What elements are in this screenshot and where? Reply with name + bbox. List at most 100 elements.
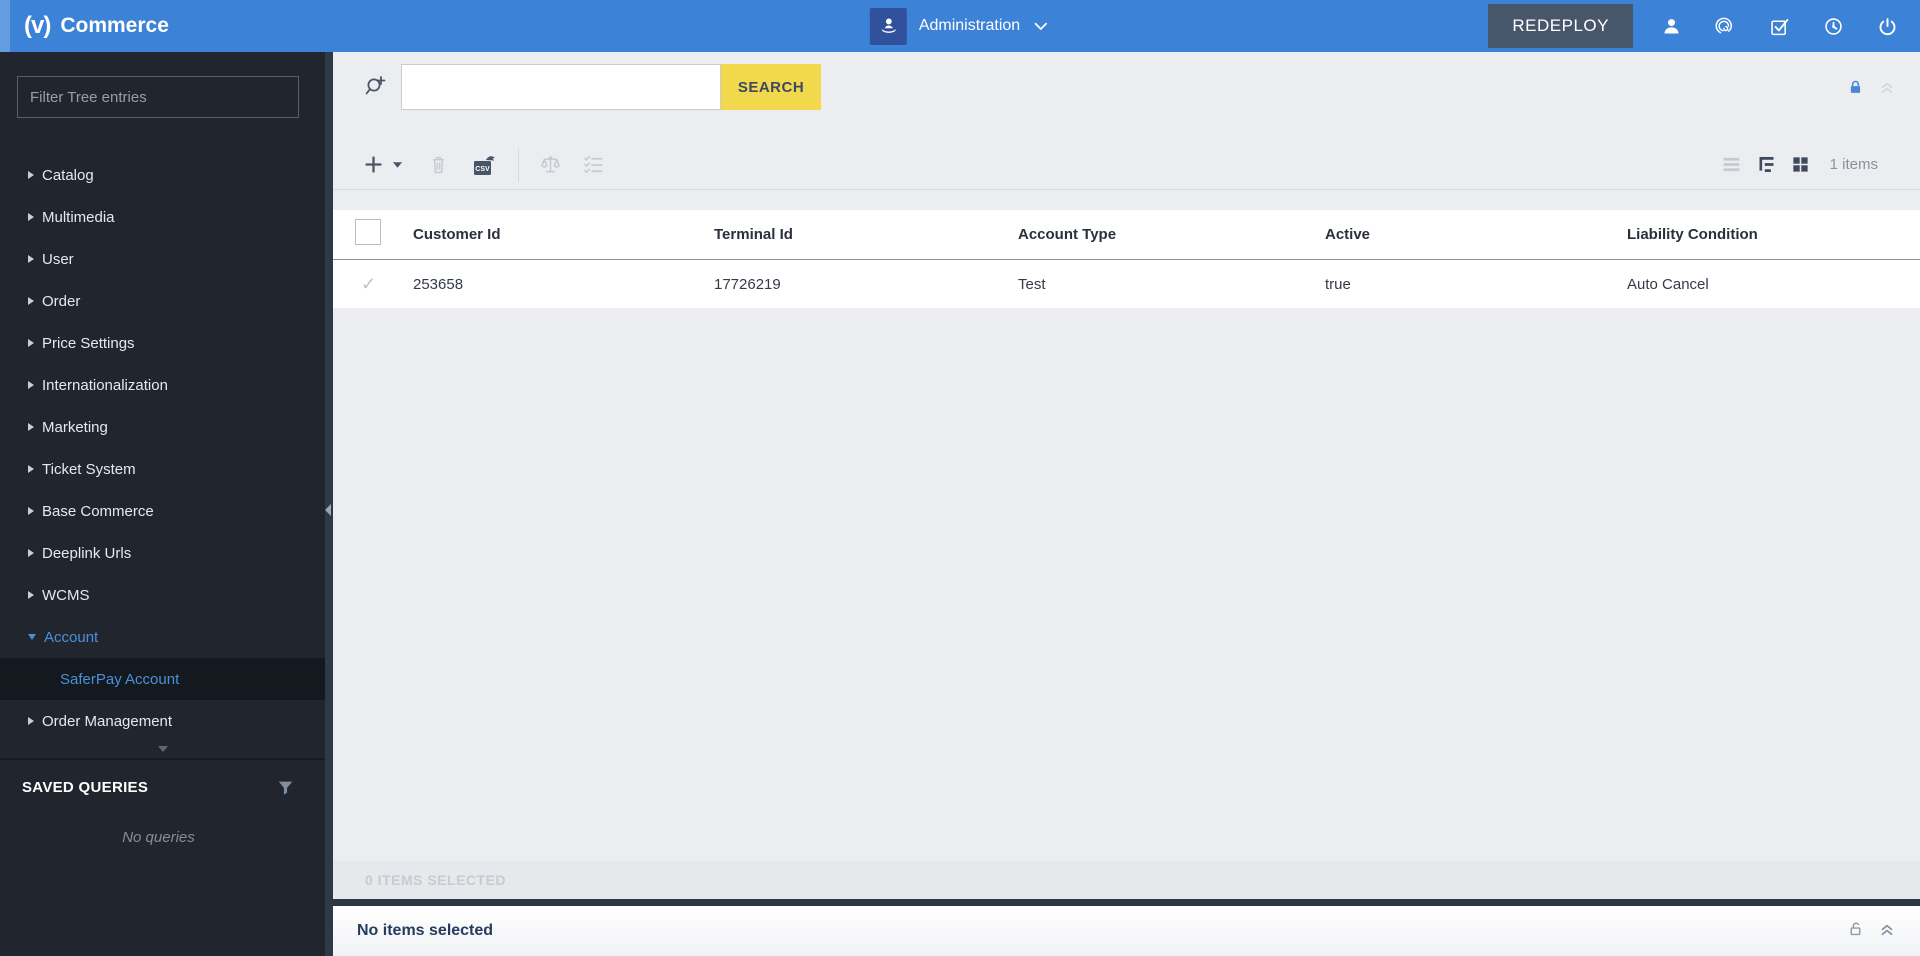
collapse-panel-icon[interactable] — [1878, 78, 1896, 96]
topbar-accent-strip — [0, 0, 10, 52]
saved-queries-empty: No queries — [122, 829, 195, 846]
search-input[interactable] — [401, 64, 721, 110]
svg-text:CSV: CSV — [475, 166, 490, 173]
tree-item-deeplink-urls[interactable]: Deeplink Urls — [0, 532, 325, 574]
context-switcher[interactable]: Administration — [869, 7, 1050, 45]
brand-logo-icon: (v) — [24, 12, 51, 39]
csv-export-icon[interactable]: CSV — [472, 152, 498, 178]
power-icon[interactable] — [1877, 16, 1898, 37]
tree-item-label: Base Commerce — [42, 502, 154, 520]
tree-item-label: Internationalization — [42, 376, 168, 394]
table-cell: 17726219 — [714, 275, 781, 293]
view-toggles: 1 items — [1721, 154, 1878, 175]
tree-item-label: Catalog — [42, 166, 94, 184]
expand-detail-panel-icon[interactable] — [1878, 920, 1896, 938]
caret-right-icon[interactable] — [28, 465, 34, 473]
items-count: 1 items — [1829, 156, 1878, 173]
select-all-checkbox[interactable] — [355, 219, 381, 245]
compare-scales-icon[interactable] — [539, 153, 562, 176]
magnifier-plus-icon[interactable] — [363, 74, 389, 100]
tree-item-label: Account — [44, 628, 99, 646]
tree-item-multimedia[interactable]: Multimedia — [0, 196, 325, 238]
tree-item-label: Ticket System — [42, 460, 136, 478]
table-body: ✓ 253658 17726219 Test true Auto Cancel — [333, 260, 1920, 308]
brand-name: Commerce — [60, 14, 169, 37]
table-cell: 253658 — [413, 275, 464, 293]
search-row: SEARCH — [333, 52, 1920, 140]
items-selected-bar: 0 ITEMS SELECTED — [333, 861, 1920, 899]
tree-item-label: Price Settings — [42, 334, 135, 352]
filter-funnel-icon[interactable] — [276, 778, 295, 797]
chevron-down-icon — [1035, 22, 1048, 30]
main-content: SEARCH CSV 1 items Customer Id Terminal … — [333, 52, 1920, 956]
caret-right-icon[interactable] — [28, 255, 34, 263]
checklist-icon[interactable] — [582, 153, 605, 176]
tree-item-order-management[interactable]: Order Management — [0, 700, 325, 742]
table-cell: true — [1325, 275, 1351, 293]
toolbar: CSV 1 items — [333, 140, 1920, 190]
caret-right-icon[interactable] — [28, 381, 34, 389]
sidebar: Catalog Multimedia User Order Price Settings… — [0, 52, 325, 956]
filter-tree-input[interactable] — [17, 76, 299, 118]
tree-item-price-settings[interactable]: Price Settings — [0, 322, 325, 364]
tree-item-label: WCMS — [42, 586, 90, 604]
app-window: (v) Commerce Administration REDEPLOY Fil… — [0, 0, 1920, 956]
column-header-account-type[interactable]: Account Type — [1018, 226, 1325, 243]
check-square-icon[interactable] — [1769, 16, 1790, 37]
caret-right-icon[interactable] — [28, 591, 34, 599]
tree-item-user[interactable]: User — [0, 238, 325, 280]
caret-right-icon[interactable] — [28, 213, 34, 221]
caret-right-icon[interactable] — [28, 171, 34, 179]
tree-item-internationalization[interactable]: Internationalization — [0, 364, 325, 406]
brand: (v) Commerce — [24, 14, 169, 38]
caret-right-icon[interactable] — [28, 297, 34, 305]
tree-scroll-down[interactable] — [0, 742, 325, 756]
add-item-dropdown-icon[interactable] — [392, 159, 403, 170]
tree-item-wcms[interactable]: WCMS — [0, 574, 325, 616]
detail-panel: No items selected — [333, 906, 1920, 956]
table-row[interactable]: ✓ 253658 17726219 Test true Auto Cancel — [333, 260, 1920, 308]
results-table: Customer Id Terminal Id Account Type Active… — [333, 210, 1920, 308]
tree-item-catalog[interactable]: Catalog — [0, 154, 325, 196]
saved-queries-title: SAVED QUERIES — [22, 779, 149, 796]
row-check-icon[interactable]: ✓ — [361, 274, 376, 294]
empty-area — [333, 308, 1920, 861]
caret-right-icon[interactable] — [28, 507, 34, 515]
panel-divider[interactable] — [333, 899, 1920, 906]
caret-right-icon[interactable] — [28, 339, 34, 347]
tree-item-order[interactable]: Order — [0, 280, 325, 322]
tree-scroll-down-icon — [157, 746, 168, 752]
swirl-icon[interactable] — [1715, 16, 1736, 37]
lock-icon[interactable] — [1847, 79, 1864, 96]
delete-icon[interactable] — [429, 154, 448, 175]
tree-item-label: Multimedia — [42, 208, 115, 226]
column-header-liability-condition[interactable]: Liability Condition — [1627, 226, 1920, 243]
caret-right-icon[interactable] — [28, 423, 34, 431]
column-header-customer-id[interactable]: Customer Id — [413, 226, 714, 243]
add-item-icon[interactable] — [363, 154, 384, 175]
caret-down-icon[interactable] — [28, 634, 36, 640]
tree-item-ticket-system[interactable]: Ticket System — [0, 448, 325, 490]
topbar-right: REDEPLOY — [1488, 4, 1920, 48]
column-header-active[interactable]: Active — [1325, 226, 1627, 243]
table-header-row: Customer Id Terminal Id Account Type Active… — [333, 210, 1920, 260]
tree-item-saferpay-account[interactable]: SaferPay Account — [0, 658, 325, 700]
tree-item-marketing[interactable]: Marketing — [0, 406, 325, 448]
view-grid-icon[interactable] — [1791, 155, 1810, 174]
tree-item-label: Deeplink Urls — [42, 544, 132, 562]
user-icon[interactable] — [1661, 16, 1682, 37]
tree-item-account[interactable]: Account — [0, 616, 325, 658]
items-selected-label: 0 ITEMS SELECTED — [365, 872, 507, 888]
tree-item-label: Order — [42, 292, 81, 310]
clock-icon[interactable] — [1823, 16, 1844, 37]
column-header-terminal-id[interactable]: Terminal Id — [714, 226, 1018, 243]
view-list-icon[interactable] — [1721, 154, 1742, 175]
view-tree-icon[interactable] — [1756, 154, 1777, 175]
redeploy-button[interactable]: REDEPLOY — [1488, 4, 1633, 48]
caret-right-icon[interactable] — [28, 549, 34, 557]
unlock-icon[interactable] — [1847, 921, 1864, 938]
search-button[interactable]: SEARCH — [721, 64, 821, 110]
caret-right-icon[interactable] — [28, 717, 34, 725]
sidebar-resize-handle[interactable] — [325, 52, 333, 956]
tree-item-base-commerce[interactable]: Base Commerce — [0, 490, 325, 532]
